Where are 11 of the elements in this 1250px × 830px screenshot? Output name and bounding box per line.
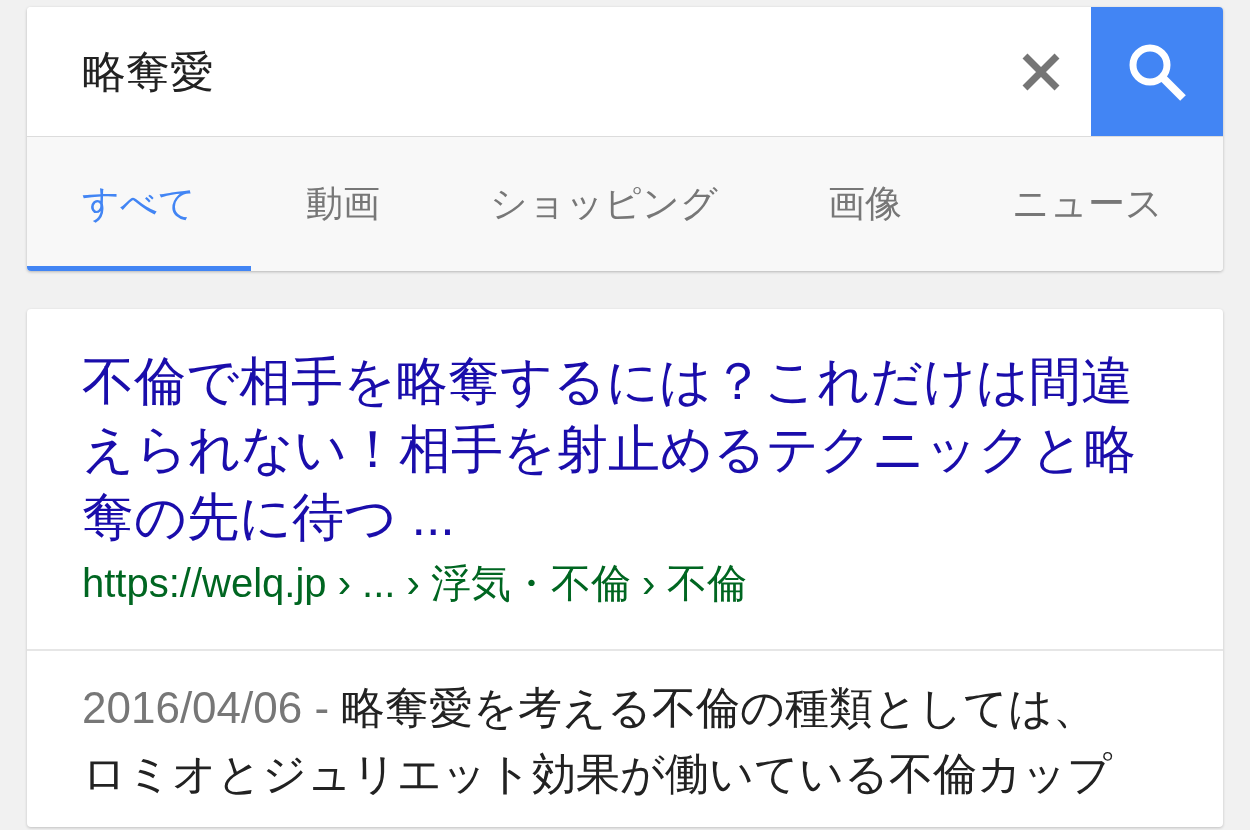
result-url: https://welq.jp › ... › 浮気・不倫 › 不倫 <box>82 560 748 607</box>
search-field[interactable]: 略奪愛 <box>27 7 991 136</box>
result-title-link[interactable]: 不倫で相手を略奪するには？これだけは間違えられない！相手を射止めるテクニックと略奪の先に待つ ... <box>82 347 1168 551</box>
result-snippet: 2016/04/06 - 略奪愛を考える不倫の種類としては、ロミオとジュリエット効果が働いている不倫カップ <box>82 682 1113 800</box>
close-icon <box>1021 51 1061 92</box>
tab[interactable]: 画像 <box>773 137 957 271</box>
search-button[interactable] <box>1091 7 1223 136</box>
tab[interactable]: ニュース <box>957 137 1218 271</box>
tab[interactable]: 動画 <box>251 137 435 271</box>
tab[interactable]: ショッピング <box>435 137 773 271</box>
tab[interactable]: すべて <box>27 137 251 271</box>
